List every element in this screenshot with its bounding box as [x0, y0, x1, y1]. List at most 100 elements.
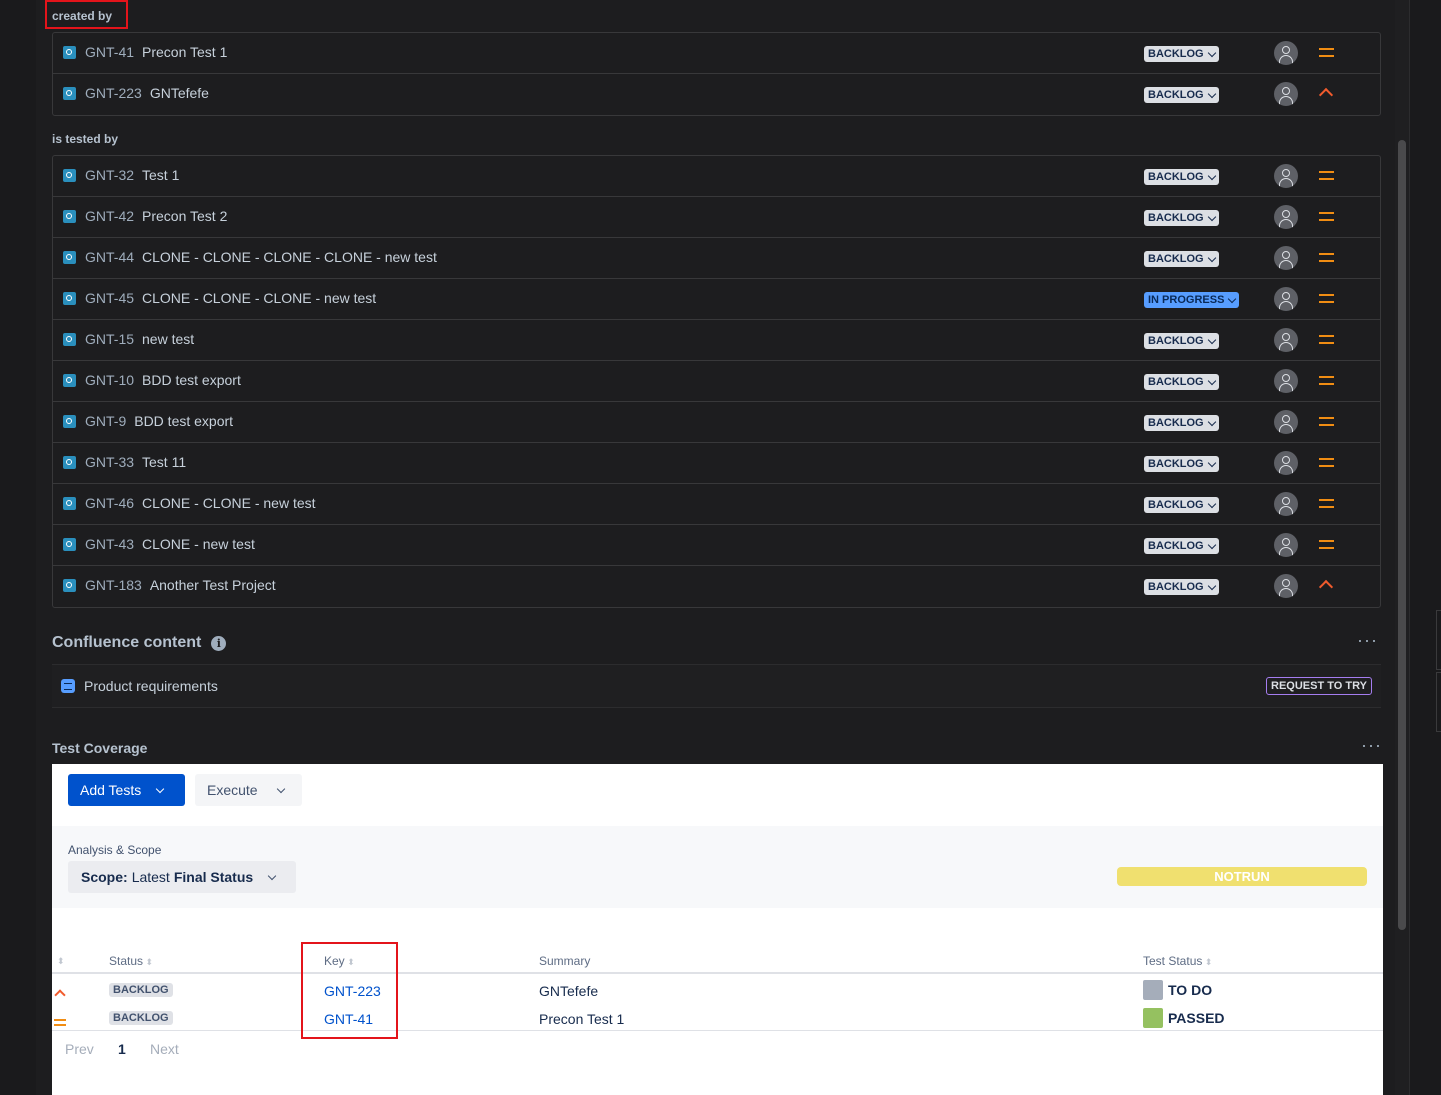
status-dropdown[interactable]: BACKLOG — [1144, 46, 1219, 62]
unassigned-avatar-icon[interactable] — [1274, 164, 1298, 188]
chevron-down-icon — [1207, 581, 1216, 590]
issue-row[interactable]: GNT-33 Test 11 BACKLOG — [53, 443, 1380, 484]
issue-row[interactable]: GNT-15 new test BACKLOG — [53, 320, 1380, 361]
pager-prev[interactable]: Prev — [65, 1041, 94, 1057]
issue-summary[interactable]: Test 11 — [142, 454, 186, 470]
status-label: BACKLOG — [1148, 499, 1204, 511]
unassigned-avatar-icon[interactable] — [1274, 492, 1298, 516]
execute-button[interactable]: Execute — [195, 774, 302, 806]
test-issue-type-icon — [63, 333, 76, 346]
notrun-status-bar[interactable]: NOTRUN — [1117, 867, 1367, 886]
issue-key[interactable]: GNT-183 — [85, 577, 142, 593]
priority-medium-icon — [1319, 171, 1334, 180]
issue-key[interactable]: GNT-42 — [85, 208, 134, 224]
status-dropdown[interactable]: BACKLOG — [1144, 415, 1219, 431]
status-dropdown[interactable]: BACKLOG — [1144, 579, 1219, 595]
issue-summary[interactable]: CLONE - new test — [142, 536, 255, 552]
issue-key[interactable]: GNT-45 — [85, 290, 134, 306]
unassigned-avatar-icon[interactable] — [1274, 574, 1298, 598]
status-dropdown[interactable]: BACKLOG — [1144, 374, 1219, 390]
issue-summary[interactable]: BDD test export — [134, 413, 233, 429]
side-panel-handle[interactable] — [1436, 610, 1441, 670]
unassigned-avatar-icon[interactable] — [1274, 328, 1298, 352]
chevron-down-icon — [1207, 171, 1216, 180]
issue-key[interactable]: GNT-10 — [85, 372, 134, 388]
chevron-down-icon — [1207, 417, 1216, 426]
status-label: BACKLOG — [1148, 417, 1204, 429]
issue-key[interactable]: GNT-223 — [85, 85, 142, 101]
issue-key[interactable]: GNT-46 — [85, 495, 134, 511]
request-to-try-button[interactable]: REQUEST TO TRY — [1266, 677, 1372, 695]
unassigned-avatar-icon[interactable] — [1274, 41, 1298, 65]
priority-medium-icon — [1319, 335, 1334, 344]
issue-key[interactable]: GNT-44 — [85, 249, 134, 265]
status-dropdown[interactable]: BACKLOG — [1144, 333, 1219, 349]
issue-key[interactable]: GNT-32 — [85, 167, 134, 183]
issue-row[interactable]: GNT-46 CLONE - CLONE - new test BACKLOG — [53, 484, 1380, 525]
confluence-more-icon[interactable]: ··· — [1357, 630, 1378, 651]
status-dropdown[interactable]: BACKLOG — [1144, 87, 1219, 103]
issue-summary[interactable]: CLONE - CLONE - new test — [142, 495, 316, 511]
issue-row[interactable]: GNT-10 BDD test export BACKLOG — [53, 361, 1380, 402]
issue-summary[interactable]: new test — [142, 331, 194, 347]
unassigned-avatar-icon[interactable] — [1274, 82, 1298, 106]
issue-key[interactable]: GNT-41 — [85, 44, 134, 60]
issue-summary[interactable]: Precon Test 1 — [142, 44, 227, 60]
table-bottom-border — [52, 1030, 1383, 1031]
add-tests-button[interactable]: Add Tests — [68, 774, 185, 806]
status-dropdown[interactable]: BACKLOG — [1144, 251, 1219, 267]
issue-row[interactable]: GNT-32 Test 1 BACKLOG — [53, 156, 1380, 197]
issue-text: GNT-43 CLONE - new test — [85, 536, 255, 552]
issue-summary[interactable]: BDD test export — [142, 372, 241, 388]
issue-summary[interactable]: Another Test Project — [150, 577, 276, 593]
status-label: BACKLOG — [1148, 253, 1204, 265]
issue-row[interactable]: GNT-44 CLONE - CLONE - CLONE - CLONE - ne… — [53, 238, 1380, 279]
issue-row[interactable]: GNT-42 Precon Test 2 BACKLOG — [53, 197, 1380, 238]
confluence-item-title[interactable]: Product requirements — [84, 678, 218, 694]
side-panel-handle[interactable] — [1436, 672, 1441, 732]
priority-medium-icon — [1319, 212, 1334, 221]
issue-key[interactable]: GNT-15 — [85, 331, 134, 347]
status-dropdown[interactable]: BACKLOG — [1144, 169, 1219, 185]
issue-row[interactable]: GNT-43 CLONE - new test BACKLOG — [53, 525, 1380, 566]
column-status[interactable]: Status ⬍ — [109, 954, 153, 968]
scrollbar-thumb[interactable] — [1398, 140, 1406, 930]
issue-row[interactable]: GNT-183 Another Test Project BACKLOG — [53, 566, 1380, 607]
unassigned-avatar-icon[interactable] — [1274, 246, 1298, 270]
unassigned-avatar-icon[interactable] — [1274, 205, 1298, 229]
pager-page-number[interactable]: 1 — [118, 1041, 126, 1057]
sort-icon[interactable]: ⬍ — [57, 956, 65, 967]
issue-key[interactable]: GNT-33 — [85, 454, 134, 470]
scope-select[interactable]: Scope: Latest Final Status — [68, 861, 296, 893]
issue-summary[interactable]: GNTefefe — [150, 85, 209, 101]
status-dropdown[interactable]: BACKLOG — [1144, 210, 1219, 226]
column-summary[interactable]: Summary — [539, 954, 590, 968]
issue-key[interactable]: GNT-43 — [85, 536, 134, 552]
analysis-scope-label: Analysis & Scope — [68, 843, 162, 857]
test-coverage-more-icon[interactable]: ··· — [1361, 735, 1382, 756]
issue-row[interactable]: GNT-9 BDD test export BACKLOG — [53, 402, 1380, 443]
status-dropdown[interactable]: BACKLOG — [1144, 538, 1219, 554]
confluence-item[interactable]: Product requirements REQUEST TO TRY — [52, 664, 1381, 708]
issue-key[interactable]: GNT-9 — [85, 413, 126, 429]
status-dropdown[interactable]: BACKLOG — [1144, 456, 1219, 472]
issue-summary[interactable]: CLONE - CLONE - CLONE - CLONE - new test — [142, 249, 437, 265]
column-test-status[interactable]: Test Status ⬍ — [1143, 954, 1212, 968]
unassigned-avatar-icon[interactable] — [1274, 451, 1298, 475]
analysis-scope-section: Analysis & Scope Scope: Latest Final Sta… — [52, 826, 1383, 908]
issue-summary[interactable]: Test 1 — [142, 167, 179, 183]
status-dropdown[interactable]: IN PROGRESS — [1144, 292, 1240, 308]
issue-summary[interactable]: CLONE - CLONE - CLONE - new test — [142, 290, 376, 306]
issue-summary[interactable]: Precon Test 2 — [142, 208, 227, 224]
priority-medium-icon — [1319, 499, 1334, 508]
unassigned-avatar-icon[interactable] — [1274, 369, 1298, 393]
unassigned-avatar-icon[interactable] — [1274, 533, 1298, 557]
issue-row[interactable]: GNT-41 Precon Test 1 BACKLOG — [53, 33, 1380, 74]
pager-next[interactable]: Next — [150, 1041, 179, 1057]
issue-row[interactable]: GNT-223 GNTefefe BACKLOG — [53, 74, 1380, 115]
status-dropdown[interactable]: BACKLOG — [1144, 497, 1219, 513]
issue-row[interactable]: GNT-45 CLONE - CLONE - CLONE - new test IN… — [53, 279, 1380, 320]
info-icon[interactable]: i — [211, 635, 227, 651]
unassigned-avatar-icon[interactable] — [1274, 410, 1298, 434]
unassigned-avatar-icon[interactable] — [1274, 287, 1298, 311]
